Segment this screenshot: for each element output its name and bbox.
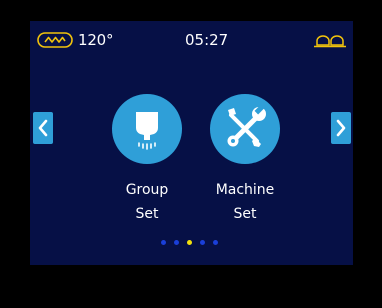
heater-icon: [37, 32, 73, 48]
group-set-label-line2: Set: [135, 206, 159, 222]
page-indicator: [161, 240, 218, 248]
group-set-label-line1: Group: [125, 182, 169, 198]
status-bar: 120° 05:27: [30, 21, 353, 61]
clock: 05:27: [185, 31, 229, 49]
cup-icon: [314, 35, 346, 48]
machine-set-label-line1: Machine: [215, 182, 275, 198]
page-dot: [213, 240, 218, 245]
device-frame: 120° 05:27 Group Set Machine Set: [0, 0, 382, 308]
group-set-label: Group Set: [107, 178, 187, 226]
machine-set-label-line2: Set: [233, 206, 257, 222]
wrench-screwdriver-icon: [227, 104, 266, 147]
next-page-button[interactable]: [331, 112, 351, 144]
brew-group-icon: [136, 112, 158, 150]
previous-page-button[interactable]: [33, 112, 53, 144]
page-dot-active: [187, 240, 192, 245]
display-screen: 120° 05:27 Group Set Machine Set: [30, 21, 353, 265]
chevron-left-icon: [38, 119, 48, 137]
page-dot: [200, 240, 205, 245]
group-set-button[interactable]: Group Set: [107, 94, 187, 226]
chevron-right-icon: [336, 119, 346, 137]
temperature-readout: 120°: [78, 31, 114, 49]
page-dot: [174, 240, 179, 245]
machine-set-circle[interactable]: [210, 94, 280, 164]
group-set-circle[interactable]: [112, 94, 182, 164]
page-dot: [161, 240, 166, 245]
machine-set-button[interactable]: Machine Set: [205, 94, 285, 226]
machine-set-label: Machine Set: [205, 178, 285, 226]
